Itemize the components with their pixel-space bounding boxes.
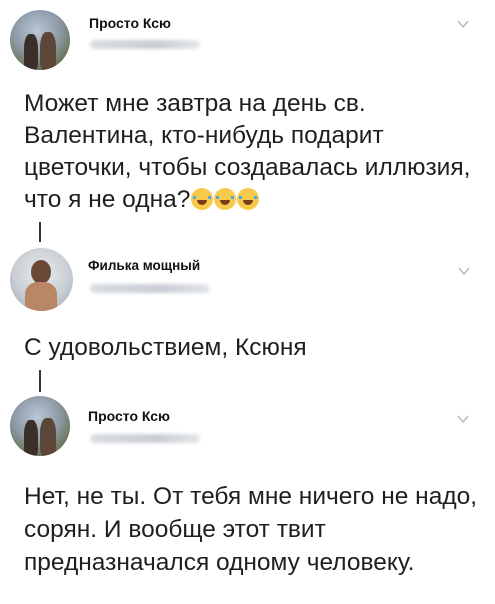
tweet-text: Нет, не ты. От тебя мне ничего не надо, … <box>24 483 478 576</box>
tweet-2[interactable]: Филька мощный С удовольствием, Ксюня <box>0 240 495 370</box>
author-name[interactable]: Просто Ксю <box>89 15 171 31</box>
avatar[interactable] <box>10 248 73 311</box>
avatar[interactable] <box>10 396 70 456</box>
chevron-down-icon[interactable] <box>457 264 471 278</box>
author-handle-blurred <box>90 284 210 293</box>
author-handle-blurred <box>90 434 200 443</box>
chevron-down-icon[interactable] <box>456 17 470 31</box>
author-handle-blurred <box>90 40 200 49</box>
author-name[interactable]: Филька мощный <box>88 258 200 273</box>
author-name[interactable]: Просто Ксю <box>88 408 170 424</box>
avatar[interactable] <box>10 10 70 70</box>
thread-connector-line <box>39 222 41 242</box>
tweet-1[interactable]: Просто Ксю Может мне завтра на день св. … <box>0 0 495 230</box>
tweet-text: Может мне завтра на день св. Валентина, … <box>24 88 479 216</box>
tears-of-joy-emoji <box>237 188 260 210</box>
tweet-text: С удовольствием, Ксюня <box>24 334 307 361</box>
tears-of-joy-emoji <box>191 188 214 210</box>
chevron-down-icon[interactable] <box>456 412 470 426</box>
tweet-3[interactable]: Просто Ксю Нет, не ты. От тебя мне ничег… <box>0 388 495 604</box>
tears-of-joy-emoji <box>214 188 237 210</box>
